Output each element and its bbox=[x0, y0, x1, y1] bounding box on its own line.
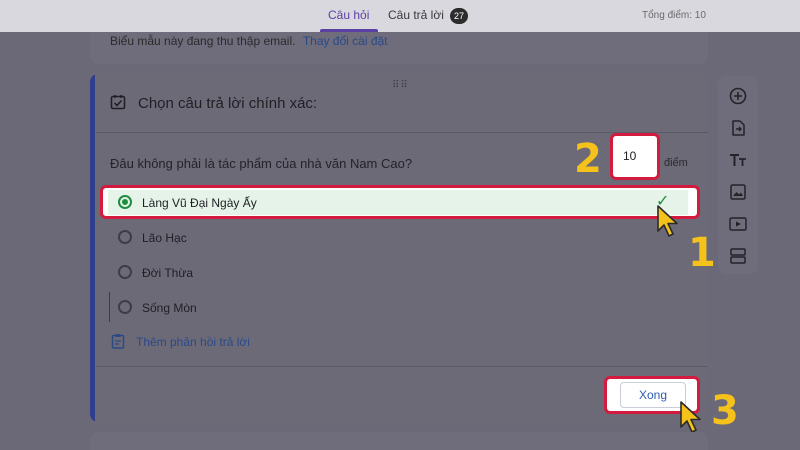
total-points: Tổng điểm: 10 bbox=[642, 10, 706, 21]
option-hover-indicator bbox=[109, 292, 110, 322]
option-label: Đời Thừa bbox=[142, 266, 194, 280]
tab-questions[interactable]: Câu hỏi bbox=[328, 8, 369, 22]
top-tab-bar: Câu hỏi Câu trả lời 27 Tổng điểm: 10 bbox=[0, 0, 800, 32]
change-settings-link[interactable]: Thay đổi cài đặt bbox=[303, 34, 388, 48]
add-section-icon[interactable] bbox=[728, 246, 748, 266]
email-notice: Biểu mẫu này đang thu thập email. Thay đ… bbox=[110, 34, 388, 48]
question-text: Đâu không phải là tác phẩm của nhà văn N… bbox=[110, 156, 413, 171]
add-question-icon[interactable] bbox=[728, 86, 748, 106]
next-question-card[interactable] bbox=[90, 432, 708, 450]
add-video-icon[interactable] bbox=[728, 214, 748, 234]
option-radio[interactable] bbox=[118, 230, 132, 244]
add-title-icon[interactable] bbox=[728, 150, 748, 170]
add-answer-feedback-link[interactable]: Thêm phản hồi trả lời bbox=[136, 335, 250, 349]
mouse-pointer-icon bbox=[680, 401, 701, 433]
mouse-pointer-icon bbox=[657, 205, 678, 237]
import-questions-icon[interactable] bbox=[728, 118, 748, 138]
step-number-2: 2 bbox=[574, 136, 602, 182]
option-radio[interactable] bbox=[118, 265, 132, 279]
floating-toolbar bbox=[718, 76, 758, 274]
add-image-icon[interactable] bbox=[728, 182, 748, 202]
tab-responses[interactable]: Câu trả lời bbox=[388, 8, 444, 22]
step-number-3: 3 bbox=[711, 388, 739, 434]
option-radio-selected[interactable] bbox=[118, 195, 132, 209]
points-label: điểm bbox=[664, 157, 688, 169]
email-notice-card: Biểu mẫu này đang thu thập email. Thay đ… bbox=[90, 32, 708, 64]
points-input[interactable] bbox=[616, 140, 654, 172]
option-radio[interactable] bbox=[118, 300, 132, 314]
divider bbox=[96, 366, 708, 367]
email-notice-text: Biểu mẫu này đang thu thập email. bbox=[110, 34, 296, 48]
step-number-1: 1 bbox=[688, 230, 716, 276]
card-accent-bar bbox=[90, 74, 95, 422]
clipboard-feedback-icon[interactable] bbox=[110, 333, 126, 349]
drag-handle-icon[interactable]: ⠿⠿ bbox=[392, 80, 409, 91]
option-label: Sống Mòn bbox=[142, 301, 197, 315]
done-button[interactable]: Xong bbox=[620, 382, 686, 408]
option-label: Làng Vũ Đại Ngày Ấy bbox=[142, 196, 257, 210]
answer-key-card: ⠿⠿ Chọn câu trả lời chính xác: Đâu không… bbox=[90, 74, 708, 422]
answer-key-title: Chọn câu trả lời chính xác: bbox=[138, 95, 318, 112]
responses-count-badge: 27 bbox=[450, 8, 468, 24]
checkbox-checked-icon bbox=[110, 95, 126, 110]
option-label: Lão Hạc bbox=[142, 231, 187, 245]
